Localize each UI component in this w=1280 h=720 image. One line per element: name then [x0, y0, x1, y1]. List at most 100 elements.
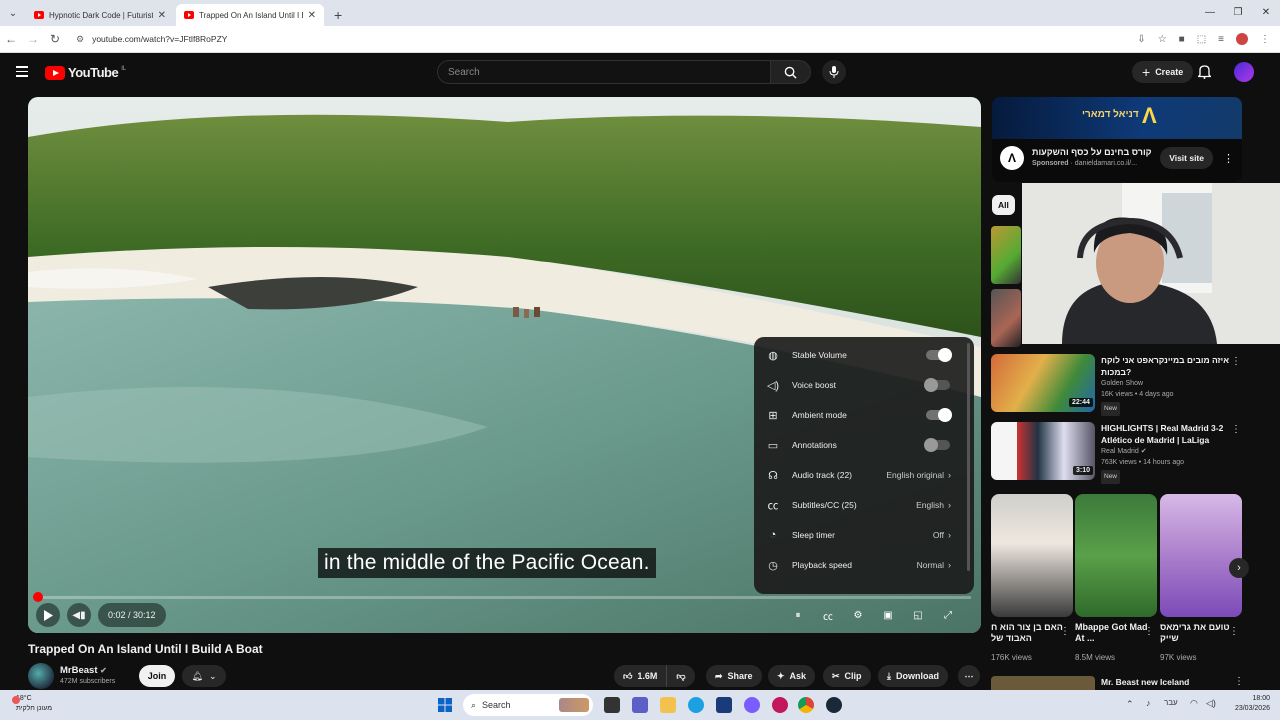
search-input[interactable]: Search [437, 60, 771, 84]
edge-icon[interactable] [688, 697, 704, 713]
channel-name[interactable]: MrBeast ✔ [60, 665, 115, 676]
profile-avatar[interactable] [1236, 33, 1248, 45]
tray-chevron-icon[interactable]: ⌃ [1126, 699, 1134, 710]
ad-banner[interactable]: דניאל דמארי Λ [992, 97, 1242, 139]
notifications-button[interactable] [1196, 64, 1213, 84]
teams-icon[interactable] [632, 697, 648, 713]
app-icon[interactable] [772, 697, 788, 713]
media-control-icon[interactable]: ≡ [1218, 34, 1224, 45]
windows-start-icon[interactable] [438, 698, 452, 712]
more-options-icon[interactable]: ⋮ [1144, 626, 1154, 637]
bookmark-star-icon[interactable]: ☆ [1158, 34, 1167, 45]
recommendation-thumbnail[interactable] [991, 289, 1021, 347]
close-tab-icon[interactable]: ✕ [158, 10, 166, 21]
settings-item-sleep-timer[interactable]: ◔ Sleep timer Off › [754, 520, 966, 550]
more-options-icon[interactable]: ⋮ [1234, 676, 1244, 687]
more-options-icon[interactable]: ⋮ [1231, 356, 1241, 367]
url-field[interactable]: ⚙ youtube.com/watch?v=JFtlf8RoPZY [76, 34, 1137, 45]
new-tab-icon[interactable]: + [334, 4, 342, 26]
more-options-icon[interactable]: ⋮ [1231, 424, 1241, 435]
close-tab-icon[interactable]: ✕ [308, 10, 316, 21]
miniplayer-icon[interactable]: ▣ [878, 610, 898, 621]
short-thumbnail[interactable] [1075, 494, 1157, 617]
extension-icon[interactable]: ■ [1179, 34, 1185, 45]
minimize-icon[interactable]: — [1196, 0, 1224, 26]
dislike-button[interactable]: 👎︎ [667, 665, 695, 687]
progress-bar[interactable] [33, 592, 971, 602]
reload-icon[interactable]: ↻ [44, 32, 66, 46]
extensions-puzzle-icon[interactable]: ⬚ [1197, 34, 1206, 45]
cast-icon[interactable]: ◱ [908, 610, 928, 621]
menu-icon[interactable] [16, 66, 28, 80]
settings-scrollbar[interactable] [967, 343, 970, 571]
sponsored-ad[interactable]: דניאל דמארי Λ Λ קורס בחינם על כסף והשקעו… [992, 97, 1242, 182]
short-thumbnail[interactable] [1160, 494, 1242, 617]
steam-icon[interactable] [826, 697, 842, 713]
settings-item-ambient-mode[interactable]: ⊞ Ambient mode [754, 400, 966, 430]
recommendation-thumbnail[interactable] [991, 226, 1021, 284]
ad-more-icon[interactable]: ⋮ [1223, 152, 1234, 165]
browser-tab-active[interactable]: Trapped On An Island Until I Bu ✕ [176, 4, 324, 26]
download-button[interactable]: ⤓ Download [878, 665, 948, 687]
maximize-icon[interactable]: ❐ [1224, 0, 1252, 26]
more-actions-button[interactable]: ⋯ [958, 665, 980, 687]
site-info-icon[interactable]: ⚙ [76, 34, 84, 45]
wifi-icon[interactable]: ◠ [1190, 698, 1198, 709]
search-button[interactable] [771, 60, 811, 84]
stable-volume-toggle[interactable] [926, 348, 952, 362]
more-options-icon[interactable]: ⋮ [1060, 626, 1070, 637]
back-icon[interactable]: ← [0, 32, 22, 46]
tray-app-icon[interactable]: ♪ [1146, 698, 1151, 708]
video-title[interactable]: Mr. Beast new Iceland [1101, 677, 1189, 687]
settings-item-playback-speed[interactable]: ◷ Playback speed Normal › [754, 550, 966, 580]
voice-search-button[interactable] [822, 60, 846, 84]
browser-menu-icon[interactable]: ⋮ [1260, 34, 1270, 45]
file-explorer-icon[interactable] [660, 697, 676, 713]
annotations-toggle[interactable] [924, 438, 950, 452]
more-options-icon[interactable]: ⋮ [1229, 626, 1239, 637]
settings-item-annotations[interactable]: ▭ Annotations [754, 430, 966, 460]
voice-boost-toggle[interactable] [924, 378, 950, 392]
ambient-mode-toggle[interactable] [926, 408, 952, 422]
forward-icon[interactable]: → [22, 32, 44, 46]
play-button[interactable] [36, 603, 60, 627]
speaker-icon[interactable]: ◁) [1206, 698, 1216, 709]
settings-item-subtitles[interactable]: ㏄ Subtitles/CC (25) English › [754, 490, 966, 520]
progress-scrubber[interactable] [33, 592, 43, 602]
settings-item-stable-volume[interactable]: ◍ Stable Volume [754, 340, 966, 370]
chrome-icon[interactable] [798, 697, 814, 713]
shorts-next-button[interactable]: › [1229, 558, 1249, 578]
share-button[interactable]: ➦ Share [706, 665, 762, 687]
close-window-icon[interactable]: ✕ [1252, 0, 1280, 26]
user-avatar[interactable] [1234, 62, 1254, 82]
clock[interactable]: 18:00 23/03/2026 [1235, 694, 1270, 714]
store-icon[interactable] [716, 697, 732, 713]
taskbar-search[interactable]: ⌕ Search [463, 694, 593, 716]
task-view-icon[interactable] [604, 697, 620, 713]
ask-button[interactable]: ✦ Ask [768, 665, 816, 687]
language-indicator[interactable]: עבר [1164, 698, 1178, 707]
volume-button[interactable]: ◀▮ [67, 603, 91, 627]
subscribe-bell-button[interactable]: 🔔︎ ⌄ [182, 665, 226, 687]
recommendation-item[interactable]: 3:10 HIGHLIGHTS | Real Madrid 3-2 Atléti… [991, 422, 1251, 484]
settings-gear-icon[interactable]: ⚙ [848, 610, 868, 621]
fullscreen-icon[interactable]: ⤢ [938, 610, 958, 621]
recommendation-item[interactable]: 22:44 איזה מובים במיינקראפט אני לוקח במכ… [991, 354, 1251, 416]
youtube-logo[interactable]: YouTube IL [45, 65, 126, 80]
channel-avatar[interactable] [28, 663, 54, 689]
subtitles-cc-icon[interactable]: ㏄ [818, 608, 838, 623]
visit-site-button[interactable]: Visit site [1160, 147, 1213, 169]
autoplay-toggle-icon[interactable]: ⏸ [788, 610, 808, 621]
like-button[interactable]: 👍︎ 1.6M [614, 665, 668, 687]
create-button[interactable]: + Create [1132, 61, 1194, 83]
short-thumbnail[interactable] [991, 494, 1073, 617]
tab-search-icon[interactable]: ⌄ [0, 0, 26, 26]
messenger-icon[interactable] [744, 697, 760, 713]
clip-button[interactable]: ✂ Clip [823, 665, 871, 687]
browser-tab[interactable]: Hypnotic Dark Code | Futuristic ✕ [26, 4, 174, 26]
video-thumbnail[interactable] [991, 676, 1095, 690]
settings-item-audio-track[interactable]: ☊ Audio track (22) English original › [754, 460, 966, 490]
settings-item-voice-boost[interactable]: ◁) Voice boost [754, 370, 966, 400]
join-button[interactable]: Join [139, 665, 175, 687]
chip-all[interactable]: All [992, 195, 1015, 215]
